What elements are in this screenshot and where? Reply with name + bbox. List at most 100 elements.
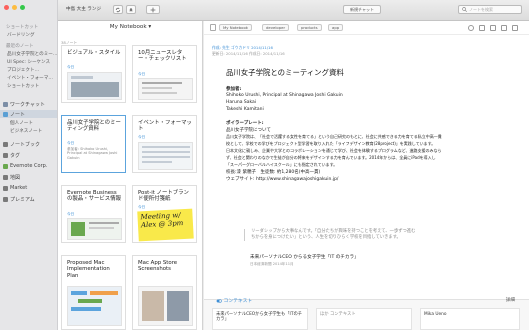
- share-icon[interactable]: [490, 25, 496, 31]
- sticky-note-text: Meeting w/ Alex @ 3pm: [140, 211, 184, 230]
- body-line: ず、社会と関わりのなかで生徒が自分の将来をデザインする力を育んでいます。2014…: [226, 155, 436, 160]
- present-icon[interactable]: [501, 25, 507, 31]
- nav-business[interactable]: Evernote Corp.: [3, 162, 47, 170]
- note-title[interactable]: 品川女子学院とのミーティング資料: [226, 67, 344, 78]
- account-switcher[interactable]: 中島 大主 ランジ: [66, 6, 101, 12]
- market-icon: [3, 185, 8, 191]
- note-card-title: ビジュアル・スタイル: [67, 50, 121, 56]
- recent-note-item[interactable]: UI Spec: シーケンス: [7, 59, 50, 65]
- nav-business-notes[interactable]: ビジネスノート: [10, 128, 42, 134]
- note-card[interactable]: Mac App Store Screenshots: [132, 255, 197, 330]
- note-card-title: Proposed Mac Implementation Plan: [67, 260, 110, 279]
- plus-icon: [150, 7, 156, 12]
- quote-source: 未来パーソナルCEO からる女子学生「IT のチカラ」: [250, 255, 359, 260]
- quote-source-sub: 日本経済新聞 2014年11月: [250, 262, 294, 266]
- body-line: 校長:漆 紫穂子 生徒数: 約1,280名(中高一貫): [226, 170, 321, 175]
- nav-notebooks[interactable]: ノートブック: [3, 140, 40, 148]
- note-card-title: イベント・フォーマット: [138, 120, 192, 133]
- context-more-button[interactable]: 詳細: [506, 297, 515, 303]
- sync-button[interactable]: [113, 5, 123, 14]
- website-line[interactable]: ウェブサイト: http://www.shinagawajoshigakuin.…: [226, 176, 338, 182]
- note-card[interactable]: 10月ニュースレター・チェックリスト 今日: [132, 45, 197, 103]
- note-card-date: 今日: [138, 135, 146, 139]
- chat-icon: [3, 101, 8, 107]
- nav-workchat[interactable]: ワークチャット: [3, 100, 45, 108]
- notebook-icon: [3, 141, 8, 147]
- note-card[interactable]: Evernote Businessの製品・サービス情報 今日: [61, 185, 126, 243]
- note-card-selected[interactable]: 品川女子学院とのミーティング資料 今日 参加者: Shihoko Urushi,…: [61, 115, 126, 173]
- search-input[interactable]: ノートを検索: [458, 5, 522, 14]
- note-card-date: 今日: [138, 205, 146, 209]
- note-card-thumbnail: [138, 78, 193, 100]
- participant-line: Haruna Sakai: [226, 100, 257, 105]
- minimize-window-button[interactable]: [12, 5, 17, 10]
- nav-label: Evernote Corp.: [10, 163, 48, 169]
- body-line: 品川女子学院は、「社会で活躍する女性を育てる」という自己研究のもとに、社会に共感…: [226, 134, 442, 139]
- quote-block: リーダシップから大事なんです。「自分たちが興味を持つことを考えて、一歩ずつ進む …: [244, 229, 514, 241]
- nav-atlas[interactable]: 地図: [3, 173, 20, 181]
- notebook-title[interactable]: My Notebook ▾: [58, 24, 203, 30]
- sync-icon: [115, 7, 121, 12]
- context-card[interactable]: ほか コンテキスト: [316, 308, 412, 330]
- map-icon: [3, 174, 8, 180]
- note-card-thumbnail: [67, 286, 122, 326]
- reminder-icon[interactable]: [468, 25, 474, 31]
- window-controls: [4, 5, 25, 10]
- close-window-button[interactable]: [4, 5, 9, 10]
- nav-label: タグ: [10, 152, 21, 159]
- note-editor: My Notebook developer products app 作成: 先…: [204, 21, 529, 330]
- context-card[interactable]: 未来パーソナルCEOから女子学生も「ITのチカラ」: [212, 308, 308, 330]
- more-icon[interactable]: [512, 25, 518, 31]
- context-card[interactable]: Mika Ueno: [420, 308, 520, 330]
- editor-header: My Notebook developer products app: [204, 21, 529, 35]
- search-placeholder: ノートを検索: [469, 6, 493, 12]
- tag-chip[interactable]: products: [297, 24, 322, 31]
- participant-line: Shihoko Urushi, Principal at Shinagawa J…: [226, 93, 343, 98]
- nav-tags[interactable]: タグ: [3, 151, 20, 159]
- tag-icon: [3, 152, 8, 158]
- toolbar: 中島 大主 ランジ 新規チャット ノートを検索: [58, 0, 529, 21]
- notebook-icon: [210, 24, 216, 31]
- note-list: My Notebook ▾ 38ノート ビジュアル・スタイル 今日 10月ニュー…: [58, 21, 203, 330]
- note-card[interactable]: イベント・フォーマット 今日: [132, 115, 197, 173]
- recent-notes-title: 最近のノート: [6, 44, 34, 49]
- notebook-tag[interactable]: My Notebook: [219, 24, 252, 31]
- note-date-meta: 更新日: 2014/11/16 作成日: 2014/11/16: [212, 51, 285, 56]
- nav-personal-notes[interactable]: 個人ノート: [10, 120, 33, 126]
- nav-label: 地図: [10, 174, 21, 181]
- nav-premium[interactable]: プレミアム: [3, 195, 35, 203]
- nav-notes[interactable]: ノート: [0, 110, 57, 118]
- context-icon: [216, 298, 222, 303]
- recent-note-item[interactable]: イベント・フォーマ…: [7, 75, 53, 81]
- body-line: 校として、学校での学びをプロジェクト型学習を取り入れた「ライフデザイン教育(28…: [226, 141, 436, 146]
- activity-button[interactable]: [126, 5, 136, 14]
- note-card[interactable]: Proposed Mac Implementation Plan: [61, 255, 126, 330]
- nav-label: ノート: [10, 111, 26, 118]
- sticky-note-image: Meeting w/ Alex @ 3pm: [137, 208, 194, 242]
- note-card-title: Post-it ノートブランド便所付箋紙: [138, 190, 189, 203]
- note-card-thumbnail: [138, 142, 193, 170]
- note-card-thumbnail: [67, 72, 122, 100]
- new-note-button[interactable]: [146, 5, 160, 14]
- participant-line: Takeshi Kamitani: [226, 107, 264, 112]
- recent-note-item[interactable]: ショートカット: [7, 83, 39, 89]
- note-card-thumbnail: [67, 218, 122, 240]
- nav-label: プレミアム: [10, 196, 35, 203]
- note-card-title: Evernote Businessの製品・サービス情報: [67, 190, 121, 203]
- context-panel: コンテキスト 詳細 未来パーソナルCEOから女子学生も「ITのチカラ」 ほか コ…: [204, 297, 529, 330]
- nav-market[interactable]: Market: [3, 184, 27, 192]
- tag-chip[interactable]: developer: [262, 24, 290, 31]
- quote-line: ちからを身につけたい」という、人生を切りひらく学校を目指していきます。: [251, 235, 401, 240]
- note-card[interactable]: ビジュアル・スタイル 今日: [61, 45, 126, 103]
- info-icon[interactable]: [479, 25, 485, 31]
- zoom-window-button[interactable]: [20, 5, 25, 10]
- recent-note-item[interactable]: 品川女子学院とのミー…: [7, 51, 58, 57]
- new-chat-button[interactable]: 新規チャット: [343, 5, 381, 14]
- recent-note-item[interactable]: プロジェクト…: [7, 67, 39, 73]
- tag-chip[interactable]: app: [328, 24, 344, 31]
- context-label: コンテキスト: [216, 297, 252, 304]
- shortcut-item[interactable]: バードリング: [7, 32, 35, 38]
- participants-label: 参加者:: [226, 87, 242, 92]
- bell-icon: [129, 7, 133, 11]
- note-card[interactable]: Post-it ノートブランド便所付箋紙 今日 Meeting w/ Alex …: [132, 185, 197, 243]
